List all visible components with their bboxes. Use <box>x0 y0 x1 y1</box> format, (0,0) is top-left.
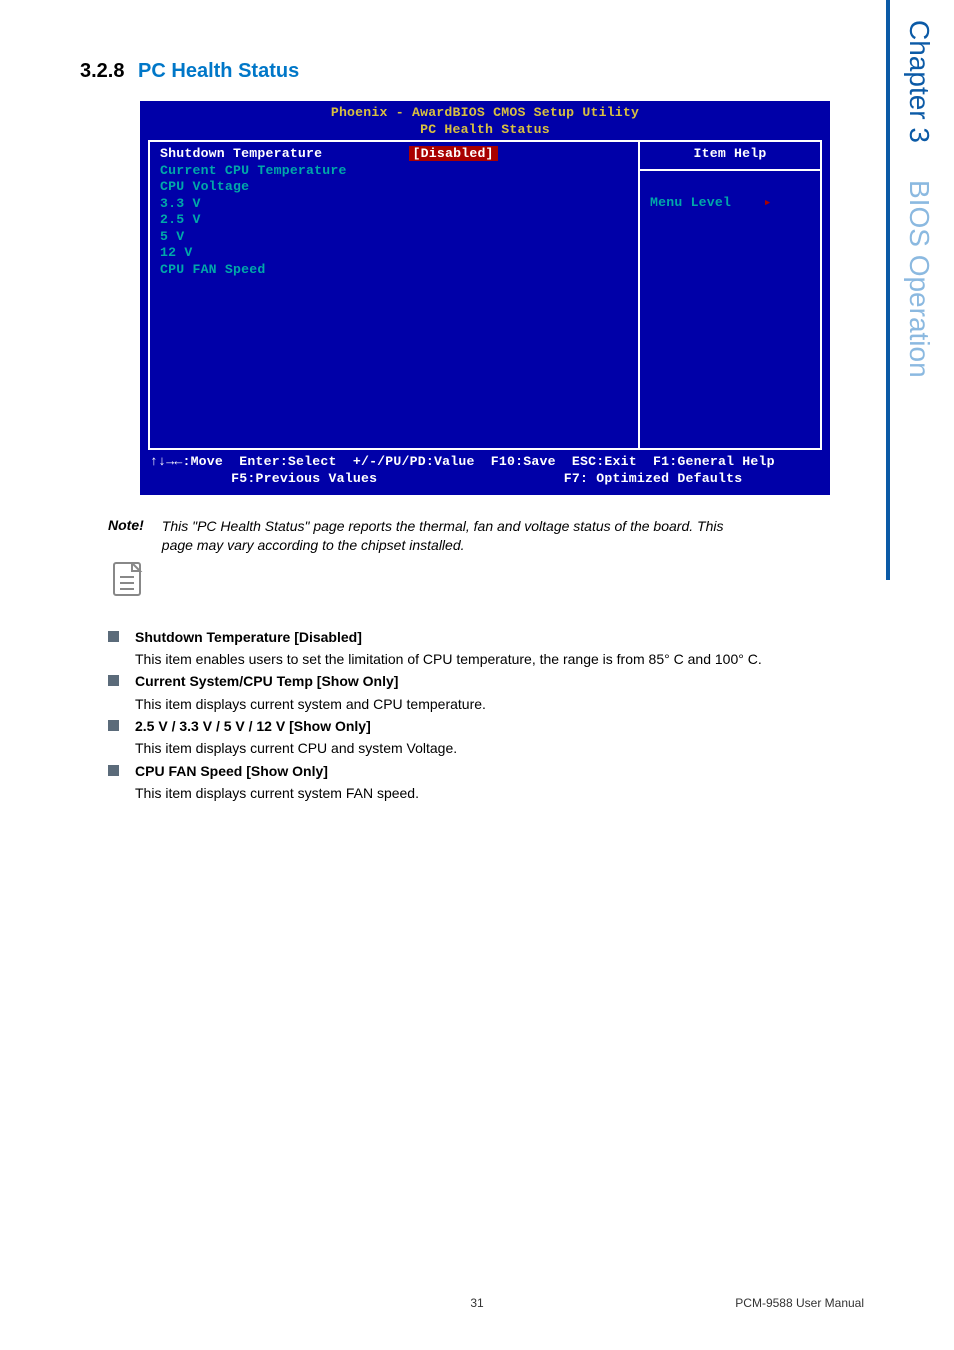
bios-right-panel: Item Help Menu Level ▸ <box>640 142 820 448</box>
bios-screenshot: Phoenix - AwardBIOS CMOS Setup Utility P… <box>140 101 830 495</box>
bullet-icon <box>108 675 119 686</box>
bios-row: 5 V <box>160 229 628 246</box>
bullet-icon <box>108 765 119 776</box>
bios-left-panel: Shutdown Temperature [Disabled] Current … <box>150 142 640 448</box>
bullet-icon <box>108 720 119 731</box>
heading-number: 3.2.8 <box>80 60 124 82</box>
side-title: BIOS Operation <box>904 180 930 378</box>
bios-item-help: Item Help <box>650 146 810 163</box>
bios-row: 2.5 V <box>160 212 628 229</box>
bios-shutdown-value: [Disabled] <box>409 146 498 161</box>
list-item: Current System/CPU Temp [Show Only] This… <box>108 671 874 714</box>
arrow-icon: ▸ <box>764 195 772 210</box>
note-label: Note! <box>108 517 144 533</box>
note-text: This "PC Health Status" page reports the… <box>162 517 752 555</box>
bullet-icon <box>108 631 119 642</box>
item-desc: This item displays current system FAN sp… <box>135 783 874 803</box>
side-tab: Chapter 3 BIOS Operation <box>880 0 930 580</box>
note-icon <box>110 559 146 599</box>
list-item: CPU FAN Speed [Show Only] This item disp… <box>108 761 874 804</box>
bios-shutdown-label: Shutdown Temperature <box>160 146 322 161</box>
item-title: Current System/CPU Temp [Show Only] <box>135 671 874 691</box>
item-title: CPU FAN Speed [Show Only] <box>135 761 874 781</box>
item-title: 2.5 V / 3.3 V / 5 V / 12 V [Show Only] <box>135 716 874 736</box>
bios-row: Current CPU Temperature <box>160 163 628 180</box>
bios-row: 12 V <box>160 245 628 262</box>
side-chapter: Chapter 3 <box>904 20 930 143</box>
item-desc: This item displays current CPU and syste… <box>135 738 874 758</box>
bios-row: CPU FAN Speed <box>160 262 628 279</box>
heading-title: PC Health Status <box>138 60 299 82</box>
page-footer: 31 PCM-9588 User Manual <box>0 1296 954 1310</box>
bios-row: 3.3 V <box>160 196 628 213</box>
item-desc: This item enables users to set the limit… <box>135 649 874 669</box>
section-heading: 3.2.8 PC Health Status <box>80 60 874 83</box>
item-desc: This item displays current system and CP… <box>135 694 874 714</box>
list-item: 2.5 V / 3.3 V / 5 V / 12 V [Show Only] T… <box>108 716 874 759</box>
item-title: Shutdown Temperature [Disabled] <box>135 627 874 647</box>
bios-row: CPU Voltage <box>160 179 628 196</box>
items-list: Shutdown Temperature [Disabled] This ite… <box>108 627 874 803</box>
note-block: Note! This "PC Health Status" page repor… <box>108 517 874 555</box>
bios-header: Phoenix - AwardBIOS CMOS Setup Utility P… <box>140 101 830 140</box>
bios-footer: ↑↓→←:Move Enter:Select +/-/PU/PD:Value F… <box>140 454 830 495</box>
bios-menu-level: Menu Level <box>650 195 731 210</box>
list-item: Shutdown Temperature [Disabled] This ite… <box>108 627 874 670</box>
bios-box: Shutdown Temperature [Disabled] Current … <box>148 140 822 450</box>
manual-name: PCM-9588 User Manual <box>735 1296 864 1310</box>
